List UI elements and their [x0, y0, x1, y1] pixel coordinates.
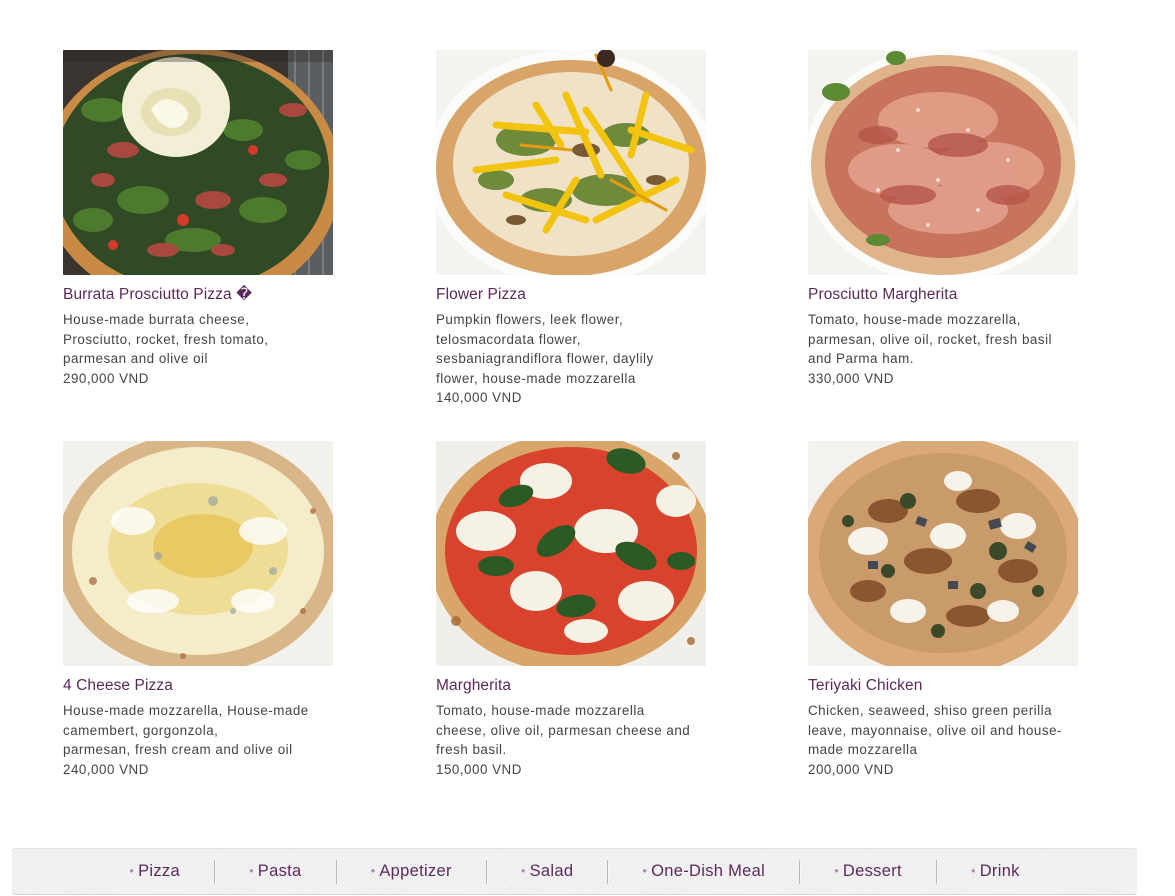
flower-pizza-photo[interactable] — [436, 50, 706, 275]
menu-item-description: Pumpkin flowers, leek flower, telosmacor… — [436, 312, 654, 386]
category-nav-list: ● Pizza ● Pasta ● Appetizer ● Salad ● On… — [12, 849, 1137, 894]
nav-item-label[interactable]: Drink — [980, 862, 1020, 881]
nav-item-salad[interactable]: ● Salad — [487, 849, 608, 894]
bullet-icon: ● — [129, 866, 135, 875]
margherita-pizza-photo[interactable] — [436, 441, 706, 666]
menu-item-price: 140,000 VND — [436, 390, 522, 405]
nav-item-label[interactable]: Pizza — [138, 862, 180, 881]
menu-item-burrata-prosciutto-pizza[interactable]: Burrata Prosciutto Pizza � House-made bu… — [63, 50, 353, 388]
menu-item-description: Tomato, house-made mozzarella, parmesan,… — [808, 312, 1053, 366]
teriyaki-pizza-photo[interactable] — [808, 441, 1078, 666]
menu-item-prosciutto-margherita[interactable]: Prosciutto Margherita Tomato, house-made… — [808, 50, 1098, 388]
menu-item-name[interactable]: 4 Cheese Pizza — [63, 677, 353, 695]
nav-item-label[interactable]: Salad — [530, 862, 574, 881]
nav-item-label[interactable]: One-Dish Meal — [651, 862, 765, 881]
menu-item-margherita[interactable]: Margherita Tomato, house-made mozzarella… — [436, 441, 726, 779]
menu-item-name[interactable]: Teriyaki Chicken — [808, 677, 1098, 695]
menu-item-4-cheese-pizza[interactable]: 4 Cheese Pizza House-made mozzarella, Ho… — [63, 441, 353, 779]
menu-item-description: Chicken, seaweed, shiso green perilla le… — [808, 703, 1062, 757]
prosciutto-pizza-photo[interactable] — [808, 50, 1078, 275]
bullet-icon: ● — [370, 866, 376, 875]
bullet-icon: ● — [642, 866, 648, 875]
nav-item-pizza[interactable]: ● Pizza — [129, 849, 214, 894]
category-nav: ● Pizza ● Pasta ● Appetizer ● Salad ● On… — [12, 848, 1137, 895]
nav-item-pasta[interactable]: ● Pasta — [215, 849, 336, 894]
bullet-icon: ● — [970, 866, 976, 875]
menu-item-description: Tomato, house-made mozzarella cheese, ol… — [436, 703, 691, 757]
menu-item-price: 240,000 VND — [63, 761, 149, 777]
nav-item-dessert[interactable]: ● Dessert — [800, 849, 936, 894]
menu-item-price: 200,000 VND — [808, 761, 894, 777]
menu-item-name[interactable]: Burrata Prosciutto Pizza � — [63, 286, 353, 304]
nav-item-label[interactable]: Dessert — [843, 862, 902, 881]
menu-item-price: 150,000 VND — [436, 761, 522, 777]
menu-item-name[interactable]: Prosciutto Margherita — [808, 286, 1098, 304]
nav-item-one-dish-meal[interactable]: ● One-Dish Meal — [608, 849, 799, 894]
menu-item-name[interactable]: Flower Pizza — [436, 286, 726, 304]
menu-item-price: 290,000 VND — [63, 370, 149, 386]
nav-item-appetizer[interactable]: ● Appetizer — [337, 849, 486, 894]
nav-item-label[interactable]: Pasta — [258, 862, 302, 881]
burrata-pizza-photo[interactable] — [63, 50, 333, 275]
bullet-icon: ● — [520, 866, 526, 875]
bullet-icon: ● — [248, 866, 254, 875]
menu-item-teriyaki-chicken[interactable]: Teriyaki Chicken Chicken, seaweed, shiso… — [808, 441, 1098, 779]
menu-item-description: House-made burrata cheese, Prosciutto, r… — [63, 312, 269, 366]
four-cheese-pizza-photo[interactable] — [63, 441, 333, 666]
menu-item-name[interactable]: Margherita — [436, 677, 726, 695]
nav-item-drink[interactable]: ● Drink — [937, 849, 1020, 894]
bullet-icon: ● — [834, 866, 839, 875]
menu-item-price: 330,000 VND — [808, 370, 894, 386]
nav-item-label[interactable]: Appetizer — [379, 862, 451, 881]
menu-item-flower-pizza[interactable]: Flower Pizza Pumpkin flowers, leek flowe… — [436, 50, 726, 408]
menu-item-description: House-made mozzarella, House-made camemb… — [63, 703, 309, 757]
